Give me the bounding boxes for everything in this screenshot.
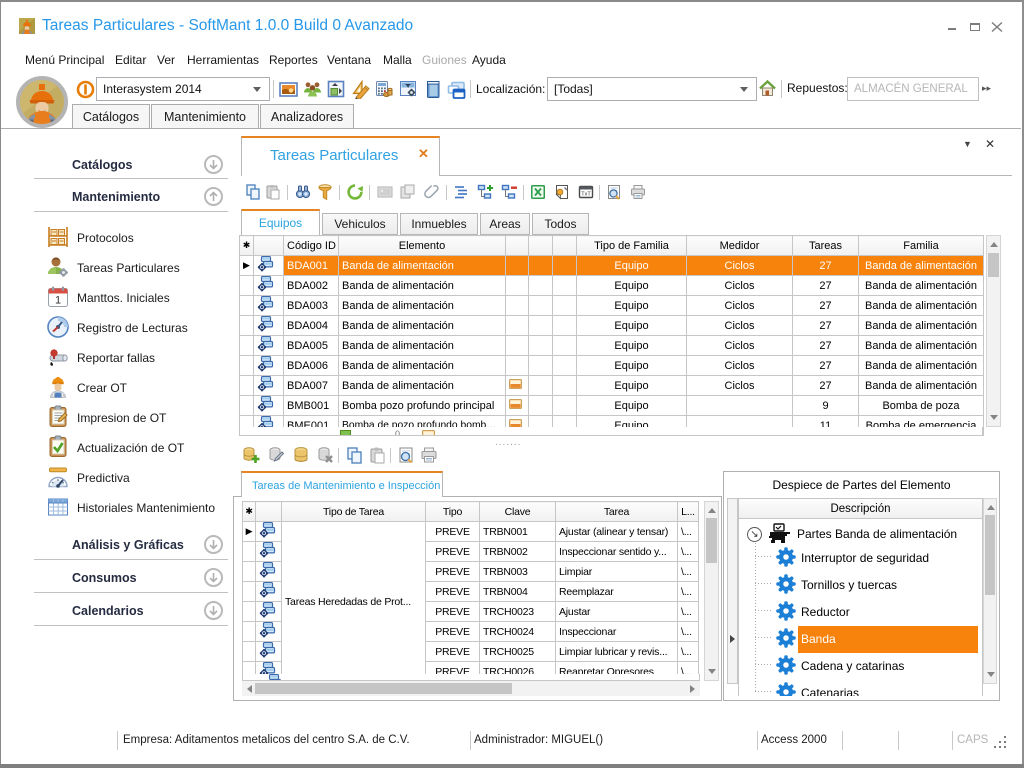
svg-text:1: 1 bbox=[55, 295, 61, 307]
svg-text:TxT: TxT bbox=[581, 192, 591, 198]
